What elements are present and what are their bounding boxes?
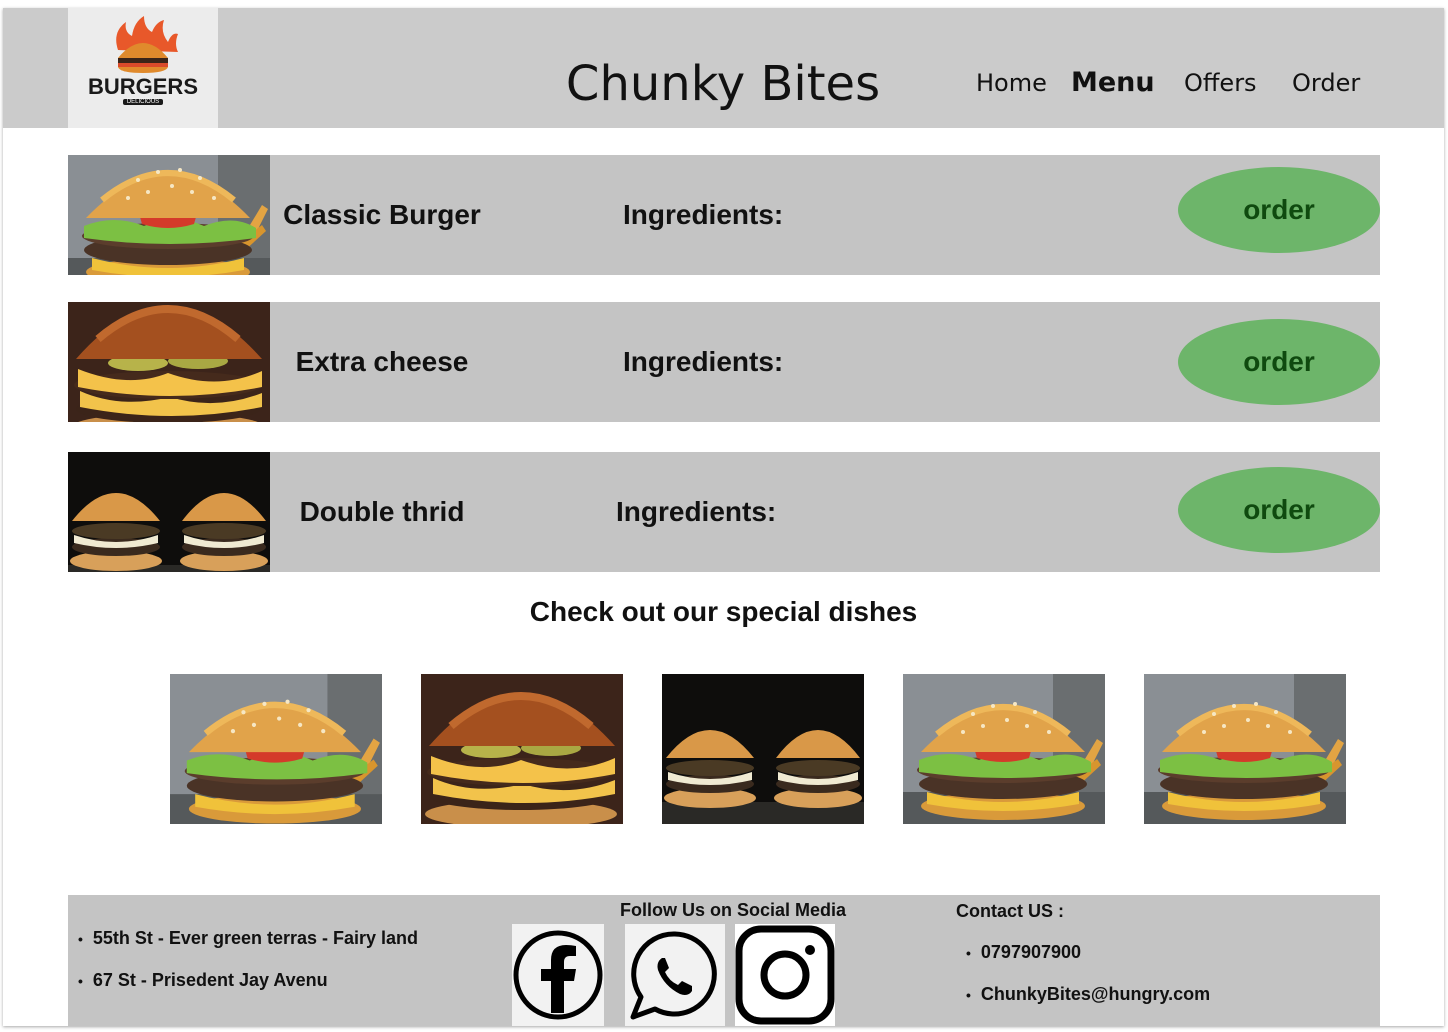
flaming-burger-logo-icon <box>116 16 178 73</box>
nav-order[interactable]: Order <box>1292 69 1360 97</box>
site-footer: • 55th St - Ever green terras - Fairy lan… <box>68 895 1380 1026</box>
instagram-icon[interactable] <box>735 924 835 1026</box>
special-dishes-title: Check out our special dishes <box>529 596 918 627</box>
special-dish-image[interactable] <box>903 674 1105 824</box>
ingredients-label: Ingredients: <box>623 346 784 377</box>
address-item: • 67 St - Prisedent Jay Avenu <box>78 970 328 990</box>
menu-item-name: Extra cheese <box>295 346 469 377</box>
menu-item: Double thrid Ingredients: order <box>68 452 1380 572</box>
classic-burger-photo <box>68 155 270 275</box>
contact-item: • 0797907900 <box>966 942 1082 962</box>
order-button[interactable]: order <box>1178 467 1380 553</box>
order-button[interactable]: order <box>1178 319 1380 405</box>
contact-title: Contact US : <box>956 901 1064 921</box>
extra-cheese-burger-photo <box>68 302 270 422</box>
site-header: BURGERS DELICIOUS Chunky Bites Home Menu… <box>3 8 1444 128</box>
address-item: • 55th St - Ever green terras - Fairy lan… <box>78 928 419 948</box>
whatsapp-icon[interactable] <box>625 924 725 1026</box>
logo[interactable]: BURGERS DELICIOUS <box>68 8 218 128</box>
social-title: Follow Us on Social Media <box>620 900 847 920</box>
menu-item: Extra cheese Ingredients: order <box>68 302 1380 422</box>
special-dish-image[interactable] <box>170 674 382 824</box>
logo-word: BURGERS <box>87 74 198 99</box>
menu-item-name: Classic Burger <box>283 199 481 230</box>
nav-menu[interactable]: Menu <box>1071 67 1155 98</box>
site-title: Chunky Bites <box>565 56 881 112</box>
nav-offers[interactable]: Offers <box>1184 69 1257 97</box>
special-dish-image[interactable] <box>1144 674 1346 824</box>
phone-number: 0797907900 <box>980 942 1082 962</box>
logo-tag: DELICIOUS <box>123 99 163 105</box>
ingredients-label: Ingredients: <box>616 496 777 527</box>
address-text: 55th St - Ever green terras - Fairy land <box>92 928 419 948</box>
facebook-icon[interactable] <box>512 924 604 1026</box>
contact-item[interactable]: • ChunkyBites@hungry.com <box>966 984 1210 1005</box>
email-link[interactable]: ChunkyBites@hungry.com <box>981 984 1210 1004</box>
menu-item: Classic Burger Ingredients: order <box>68 155 1380 275</box>
page-frame: BURGERS DELICIOUS Chunky Bites Home Menu… <box>3 8 1444 1026</box>
order-button[interactable]: order <box>1178 167 1380 253</box>
special-dish-image[interactable] <box>662 674 864 824</box>
double-burgers-photo <box>68 452 270 572</box>
ingredients-label: Ingredients: <box>623 199 784 230</box>
menu-item-name: Double thrid <box>299 496 465 527</box>
nav-home[interactable]: Home <box>976 69 1047 97</box>
special-dish-image[interactable] <box>421 674 623 824</box>
address-text: 67 St - Prisedent Jay Avenu <box>92 970 328 990</box>
